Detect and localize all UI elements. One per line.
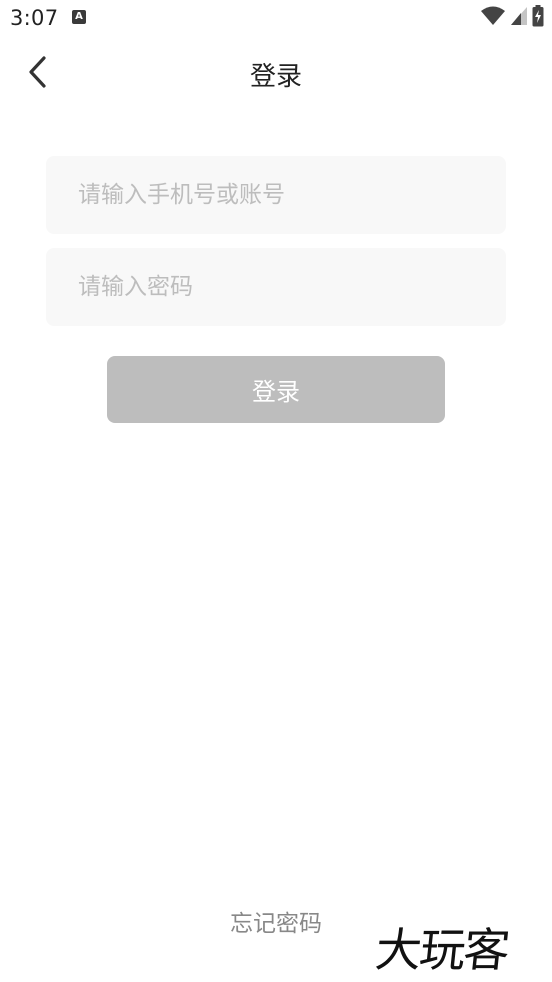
header-bar: 登录 — [0, 40, 552, 108]
notification-a-icon: A — [72, 10, 86, 24]
watermark-logo: 大玩客 — [372, 923, 511, 977]
status-bar: 3:07 A — [0, 0, 552, 36]
cell-signal-icon — [510, 6, 528, 30]
login-page: 3:07 A 登录 请输入手机号或账号 登录 忘记密码 大玩客 — [0, 0, 552, 982]
password-field-container — [46, 248, 506, 326]
status-time: 3:07 — [10, 6, 59, 30]
wifi-icon — [480, 6, 506, 30]
status-icons — [480, 5, 544, 31]
page-title: 登录 — [249, 62, 302, 92]
battery-charging-icon — [532, 5, 544, 31]
password-input[interactable] — [46, 248, 506, 326]
account-field-container — [46, 156, 506, 234]
account-input[interactable] — [46, 156, 506, 234]
login-button[interactable]: 登录 — [107, 356, 445, 423]
